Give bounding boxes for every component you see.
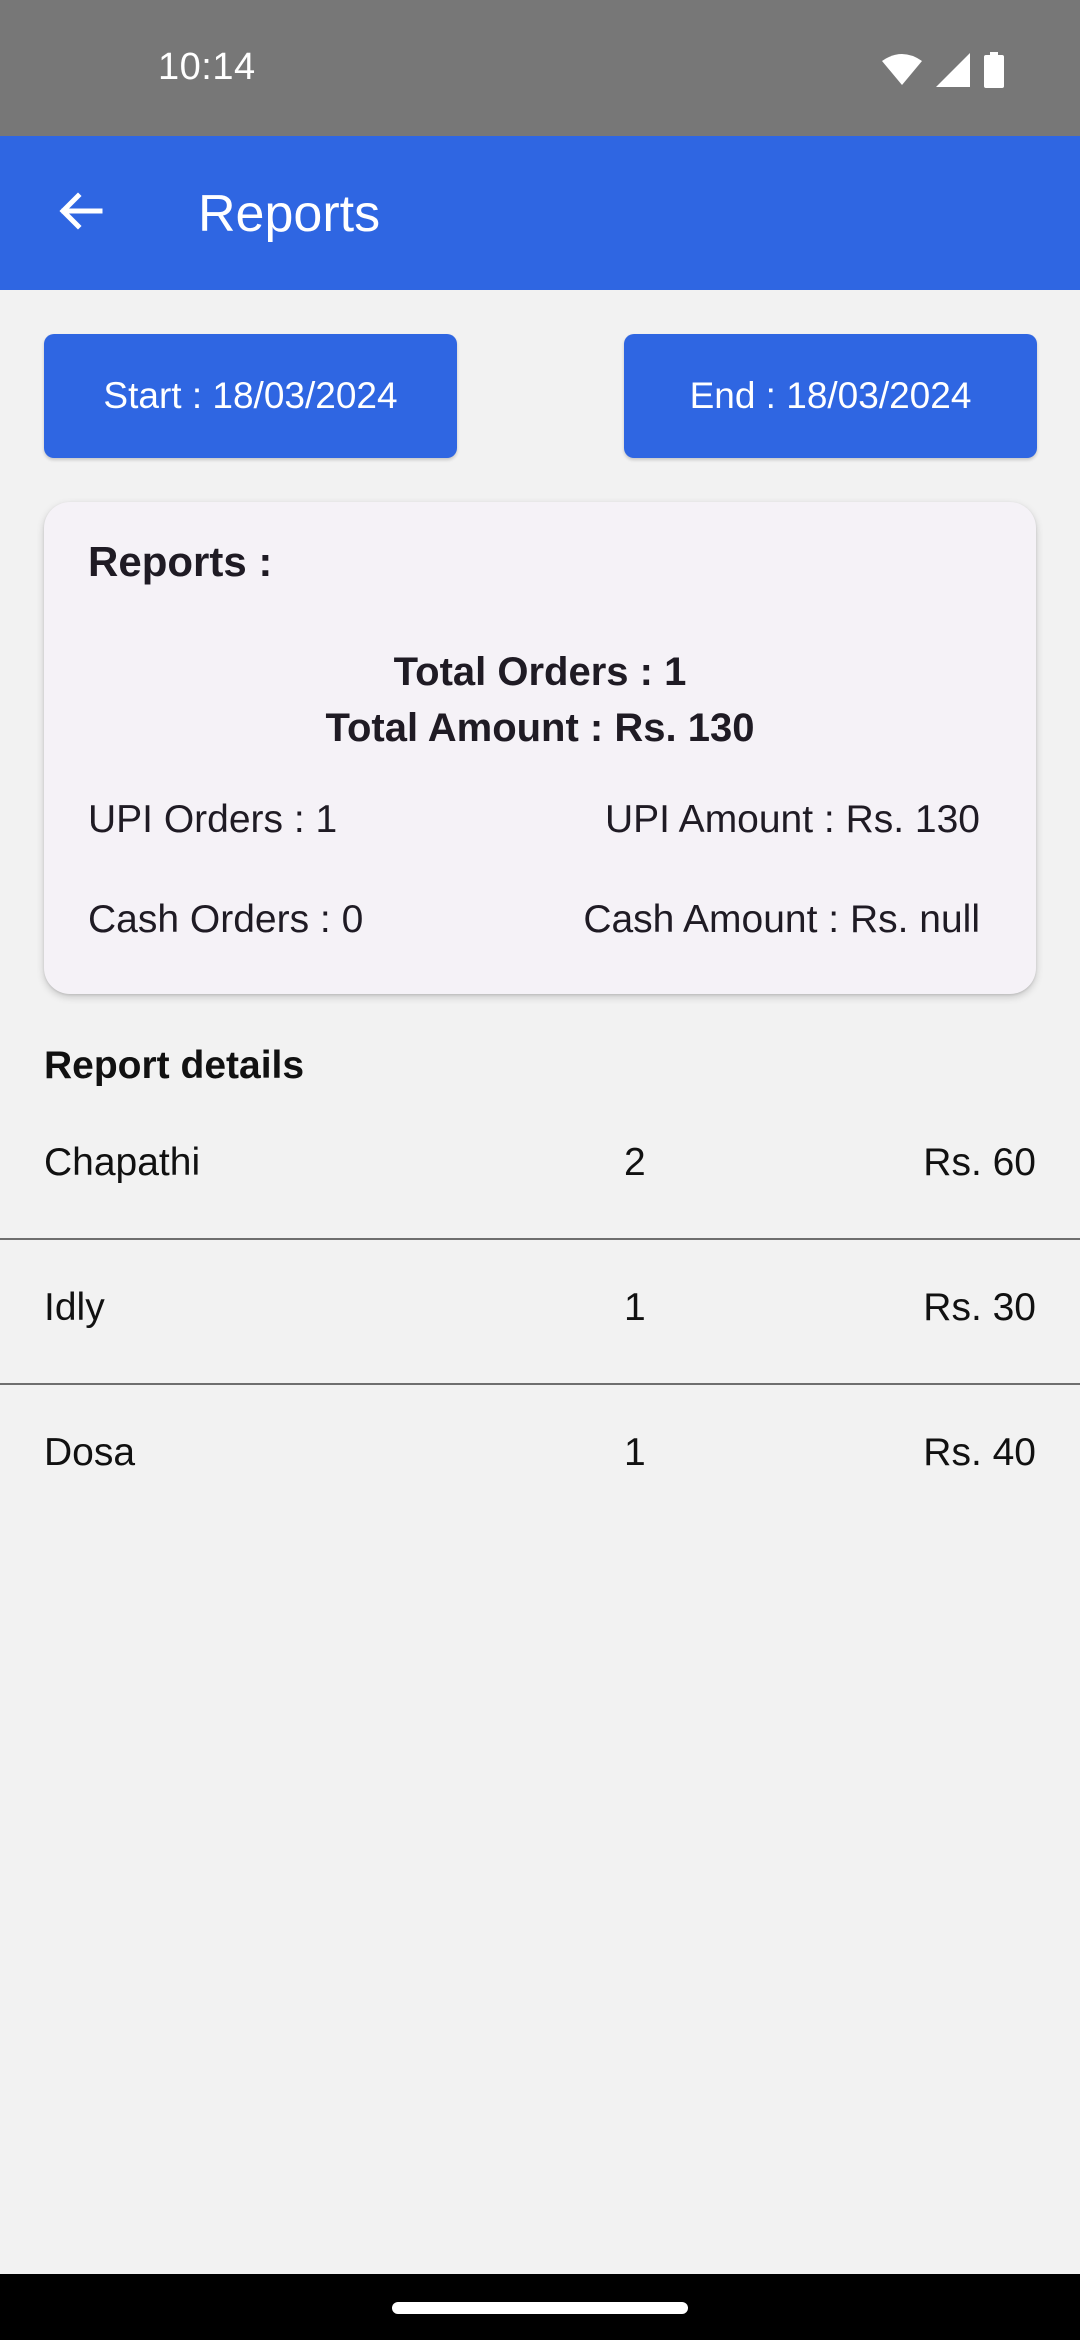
- arrow-back-icon: [56, 187, 104, 240]
- start-date-button[interactable]: Start : 18/03/2024: [44, 334, 457, 458]
- wifi-icon: [882, 54, 922, 86]
- item-name: Idly: [44, 1286, 105, 1329]
- list-item[interactable]: Chapathi 2 Rs. 60: [0, 1095, 1080, 1240]
- reports-screen: 10:14 Reports Start : 18/03/2024 End : 1…: [0, 0, 1080, 2340]
- item-name: Dosa: [44, 1431, 136, 1474]
- total-orders: Total Orders : 1: [393, 650, 687, 694]
- navigation-bar: [0, 2274, 1080, 2340]
- report-details-list: Chapathi 2 Rs. 60 Idly 1 Rs. 30 Dosa 1 R…: [0, 1095, 1080, 1530]
- list-item[interactable]: Idly 1 Rs. 30: [0, 1240, 1080, 1385]
- upi-orders: UPI Orders : 1: [88, 798, 338, 841]
- cash-orders: Cash Orders : 0: [88, 898, 364, 941]
- app-bar: Reports: [0, 136, 1080, 290]
- item-quantity: 2: [624, 1141, 646, 1184]
- status-icons: [882, 52, 1004, 88]
- home-handle[interactable]: [392, 2302, 688, 2314]
- end-date-button[interactable]: End : 18/03/2024: [624, 334, 1037, 458]
- item-quantity: 1: [624, 1431, 646, 1474]
- totals: Total Orders : 1 Total Amount : Rs. 130: [44, 644, 1036, 756]
- item-amount: Rs. 40: [923, 1431, 1036, 1474]
- item-amount: Rs. 60: [923, 1141, 1036, 1184]
- status-time: 10:14: [158, 46, 256, 88]
- cash-row: Cash Orders : 0 Cash Amount : Rs. null: [88, 898, 980, 942]
- item-name: Chapathi: [44, 1141, 201, 1184]
- total-amount: Total Amount : Rs. 130: [325, 706, 755, 750]
- summary-title: Reports :: [88, 538, 273, 585]
- upi-amount: UPI Amount : Rs. 130: [604, 798, 980, 841]
- page-title: Reports: [198, 185, 381, 243]
- battery-icon: [984, 52, 1004, 88]
- item-quantity: 1: [624, 1286, 646, 1329]
- list-item[interactable]: Dosa 1 Rs. 40: [0, 1385, 1080, 1530]
- back-button[interactable]: [40, 173, 120, 253]
- upi-row: UPI Orders : 1 UPI Amount : Rs. 130: [88, 798, 980, 842]
- summary-card: Reports : Total Orders : 1 Total Amount …: [44, 502, 1036, 994]
- status-bar: 10:14: [0, 0, 1080, 136]
- cash-amount: Cash Amount : Rs. null: [583, 898, 980, 941]
- report-details-title: Report details: [44, 1044, 305, 1087]
- signal-icon: [936, 53, 970, 87]
- item-amount: Rs. 30: [923, 1286, 1036, 1329]
